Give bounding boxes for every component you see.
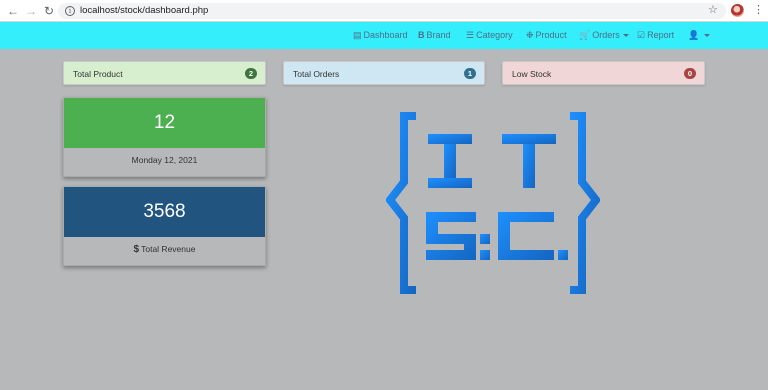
nav-label: Brand: [426, 30, 451, 40]
nav-label: Orders: [592, 30, 620, 40]
user-icon: 👤: [688, 30, 700, 40]
total-product-panel[interactable]: Total Product 2: [63, 61, 266, 85]
app-navbar: ▤ Dashboard B Brand ☰ Category ❉ Product 🛒 Or…: [0, 22, 768, 49]
browser-toolbar: ← → ↻ i localhost/stock/dashboard.php ☆ …: [0, 0, 768, 22]
nav-label: Category: [476, 30, 513, 40]
date-card-value: 12: [64, 98, 265, 148]
reload-icon[interactable]: ↻: [42, 4, 56, 18]
total-orders-panel[interactable]: Total Orders 1: [283, 61, 485, 85]
nav-dashboard[interactable]: ▤ Dashboard: [353, 22, 408, 49]
nav-category[interactable]: ☰ Category: [466, 22, 513, 49]
total-product-label: Total Product: [73, 69, 123, 79]
date-card-caption: Monday 12, 2021: [131, 155, 198, 165]
list-icon: ☰: [466, 30, 475, 40]
brand-icon: B: [418, 30, 425, 40]
nav-brand[interactable]: B Brand: [418, 22, 451, 49]
profile-avatar-icon[interactable]: [731, 4, 744, 17]
low-stock-label: Low Stock: [512, 69, 552, 79]
nav-label: Report: [647, 30, 675, 40]
revenue-card: 3568 $ Total Revenue: [63, 186, 266, 266]
low-stock-panel[interactable]: Low Stock 0: [502, 61, 705, 85]
forward-arrow-icon[interactable]: →: [24, 4, 38, 18]
itsc-logo: [386, 112, 600, 294]
total-orders-badge: 1: [464, 68, 476, 79]
url-text[interactable]: localhost/stock/dashboard.php: [80, 5, 208, 16]
check-square-icon: ☑: [637, 30, 646, 40]
nav-orders[interactable]: 🛒 Orders: [579, 22, 629, 49]
date-card: 12 Monday 12, 2021: [63, 97, 266, 177]
revenue-card-caption: Total Revenue: [141, 244, 196, 254]
dashboard-icon: ▤: [353, 30, 362, 40]
low-stock-badge: 0: [684, 68, 696, 79]
info-icon[interactable]: i: [65, 6, 75, 16]
total-product-badge: 2: [245, 68, 257, 79]
product-icon: ❉: [526, 30, 534, 40]
revenue-card-footer: $ Total Revenue: [64, 237, 265, 265]
nav-report[interactable]: ☑ Report: [637, 22, 674, 49]
dollar-icon: $: [133, 244, 140, 255]
address-bar[interactable]: i localhost/stock/dashboard.php: [58, 3, 726, 19]
total-orders-label: Total Orders: [293, 69, 340, 79]
revenue-card-value: 3568: [64, 187, 265, 237]
nav-label: Dashboard: [363, 30, 408, 40]
cart-icon: 🛒: [579, 30, 591, 40]
chevron-down-icon: [622, 34, 629, 38]
nav-label: Product: [535, 30, 567, 40]
back-arrow-icon[interactable]: ←: [6, 4, 20, 18]
nav-product[interactable]: ❉ Product: [526, 22, 567, 49]
chevron-down-icon: [704, 34, 711, 38]
bookmark-star-icon[interactable]: ☆: [708, 3, 718, 16]
nav-user-menu[interactable]: 👤: [688, 22, 711, 49]
browser-menu-icon[interactable]: ⋮: [753, 3, 764, 16]
